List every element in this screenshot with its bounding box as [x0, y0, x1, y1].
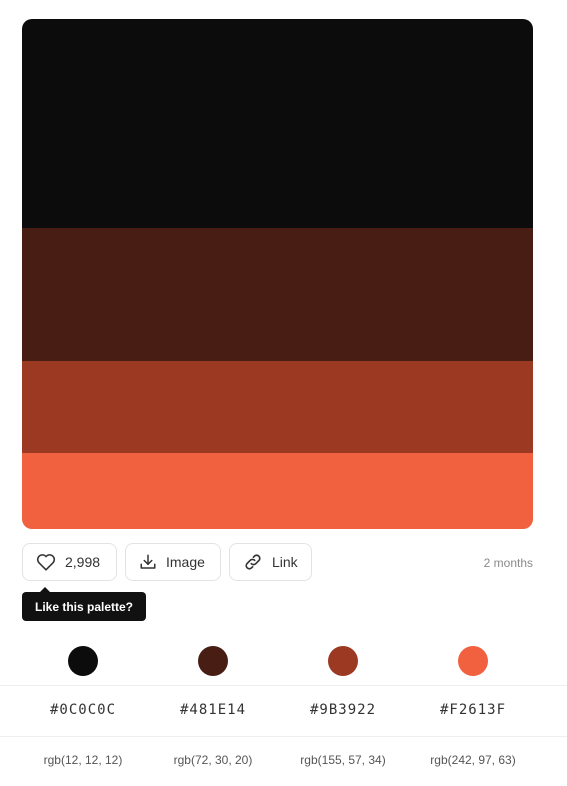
rgb-value[interactable]: rgb(72, 30, 20) — [174, 753, 253, 767]
image-label: Image — [166, 554, 205, 570]
hex-code[interactable]: #9B3922 — [310, 702, 376, 718]
image-download-button[interactable]: Image — [125, 543, 221, 581]
like-button[interactable]: 2,998 — [22, 543, 117, 581]
download-icon — [139, 553, 157, 571]
hex-code[interactable]: #481E14 — [180, 702, 246, 718]
palette-page: 2,998 Image Link 2 months Like this pale… — [0, 0, 567, 786]
color-dot-4[interactable] — [458, 646, 488, 676]
swatch-1[interactable] — [22, 19, 533, 228]
swatch-3[interactable] — [22, 361, 533, 453]
heart-icon — [36, 553, 56, 571]
color-dots-row — [0, 638, 567, 685]
hex-codes-row: #0C0C0C #481E14 #9B3922 #F2613F — [0, 685, 567, 737]
color-dot-3[interactable] — [328, 646, 358, 676]
like-count: 2,998 — [65, 554, 101, 570]
rgb-value[interactable]: rgb(155, 57, 34) — [300, 753, 385, 767]
color-dot-1[interactable] — [68, 646, 98, 676]
link-label: Link — [272, 554, 298, 570]
palette-preview[interactable] — [22, 19, 533, 529]
link-icon — [243, 552, 263, 572]
swatch-2[interactable] — [22, 228, 533, 361]
rgb-values-row: rgb(12, 12, 12) rgb(72, 30, 20) rgb(155,… — [0, 737, 567, 785]
action-bar: 2,998 Image Link — [22, 543, 312, 581]
color-dot-2[interactable] — [198, 646, 228, 676]
hex-code[interactable]: #F2613F — [440, 702, 506, 718]
rgb-value[interactable]: rgb(12, 12, 12) — [44, 753, 123, 767]
swatch-4[interactable] — [22, 453, 533, 529]
color-details: #0C0C0C #481E14 #9B3922 #F2613F rgb(12, … — [0, 638, 567, 785]
copy-link-button[interactable]: Link — [229, 543, 312, 581]
palette-age: 2 months — [483, 556, 533, 570]
rgb-value[interactable]: rgb(242, 97, 63) — [430, 753, 515, 767]
like-tooltip: Like this palette? — [22, 587, 146, 621]
hex-code[interactable]: #0C0C0C — [50, 702, 116, 718]
